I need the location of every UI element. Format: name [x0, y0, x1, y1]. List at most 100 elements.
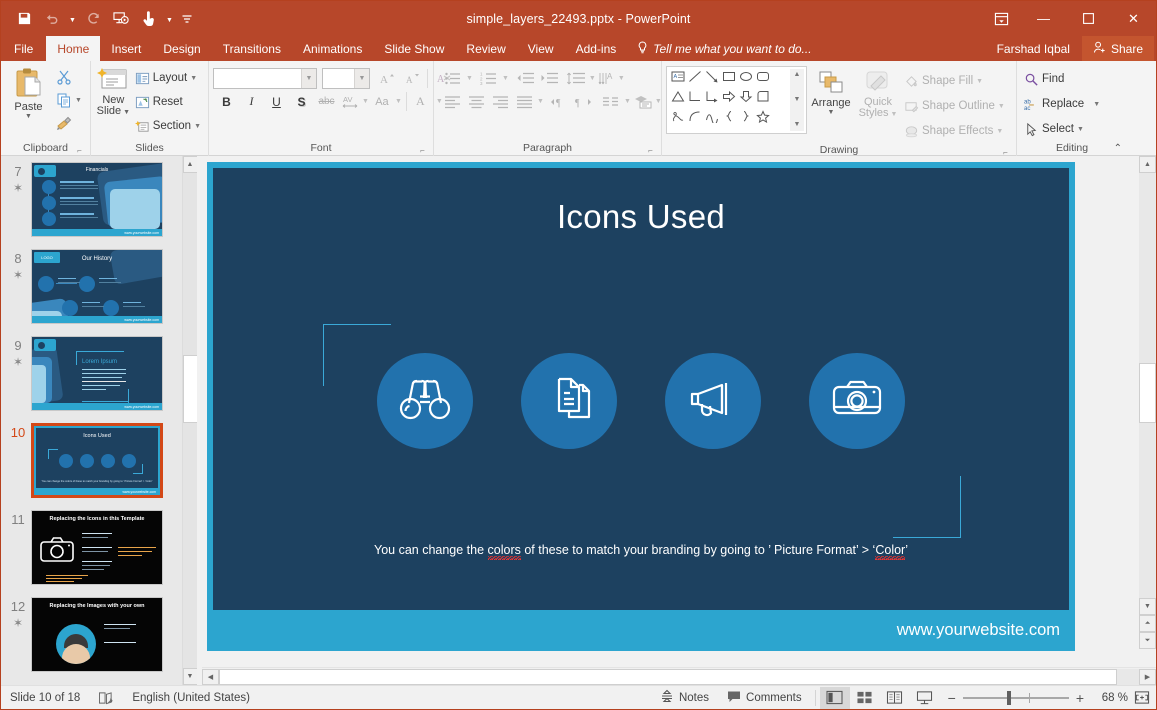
font-size-dropdown-icon[interactable]: ▼ — [354, 69, 369, 88]
icon-circle-camera[interactable] — [809, 353, 905, 449]
slide-body-text[interactable]: You can change the colors of these to ma… — [213, 543, 1069, 557]
shape-right-brace-icon[interactable] — [739, 110, 753, 128]
normal-view-button[interactable] — [819, 686, 850, 709]
thumbnail-item[interactable]: 12 ✶ Replacing the Images with your own — [1, 597, 197, 672]
accessibility-checker-icon[interactable] — [89, 686, 123, 710]
paste-dropdown-icon[interactable]: ▼ — [25, 113, 32, 120]
tab-add-ins[interactable]: Add-ins — [565, 36, 628, 61]
icon-circle-megaphone[interactable] — [665, 353, 761, 449]
bullets-button[interactable] — [441, 68, 464, 90]
bullets-dropdown-icon[interactable]: ▼ — [466, 75, 473, 82]
undo-dropdown-icon[interactable]: ▼ — [67, 7, 78, 31]
character-spacing-dropdown-icon[interactable]: ▼ — [362, 98, 369, 105]
decrease-indent-button[interactable] — [514, 68, 536, 90]
account-name[interactable]: Farshad Iqbal — [985, 42, 1082, 56]
convert-to-smartart-button[interactable] — [633, 91, 655, 113]
previous-slide-button[interactable]: ⏶ — [1139, 615, 1156, 632]
font-color-button[interactable]: A — [411, 91, 434, 113]
font-dialog-launcher[interactable]: ⌐ — [418, 146, 427, 155]
italic-button[interactable]: I — [240, 91, 263, 113]
share-button[interactable]: Share — [1081, 36, 1154, 61]
shape-line-icon[interactable] — [688, 70, 702, 88]
shapes-scroll-down-icon[interactable]: ▼ — [794, 95, 801, 105]
arrange-button[interactable]: Arrange ▼ — [807, 66, 855, 116]
tab-home[interactable]: Home — [46, 36, 101, 61]
thumbnail-scroll-track[interactable] — [182, 173, 197, 668]
shapes-scroll-up-icon[interactable]: ▲ — [794, 70, 801, 80]
shape-effects-dropdown-icon[interactable]: ▼ — [996, 128, 1003, 135]
shape-outline-dropdown-icon[interactable]: ▼ — [998, 103, 1005, 110]
text-shadow-button[interactable]: S — [290, 91, 313, 113]
zoom-in-button[interactable]: + — [1076, 690, 1084, 706]
shape-pentagon-icon[interactable] — [756, 90, 770, 108]
shape-fill-button[interactable]: Shape Fill ▼ — [901, 70, 1008, 92]
section-button[interactable]: Section ▼ — [132, 115, 204, 137]
shape-oval-icon[interactable] — [739, 70, 753, 88]
layout-dropdown-icon[interactable]: ▼ — [190, 75, 197, 82]
format-painter-button[interactable] — [52, 112, 75, 134]
shape-curve-icon[interactable] — [705, 110, 719, 128]
slide-show-button[interactable] — [910, 687, 940, 709]
current-slide[interactable]: Icons Used You can change the colors of … — [207, 162, 1075, 651]
shapes-gallery-scrollbar[interactable]: ▲ ▼ ▼ — [790, 69, 804, 131]
new-slide-button[interactable]: New Slide ▼ — [95, 64, 132, 117]
save-icon[interactable] — [11, 6, 37, 32]
shape-effects-button[interactable]: Shape Effects ▼ — [901, 120, 1008, 142]
slide-vertical-scrollbar[interactable]: ▲ ▼ ⏶ ⏷ — [1139, 156, 1156, 649]
center-button[interactable] — [465, 91, 487, 113]
strikethrough-button[interactable]: abc — [315, 91, 338, 113]
slide-content[interactable]: Icons Used You can change the colors of … — [213, 168, 1069, 616]
align-right-button[interactable] — [489, 91, 511, 113]
left-to-right-button[interactable]: ¶ — [549, 91, 571, 113]
undo-icon[interactable] — [39, 6, 65, 32]
slide-title[interactable]: Icons Used — [213, 198, 1069, 236]
fit-slide-to-window-button[interactable] — [1128, 690, 1156, 705]
customize-quick-access-toolbar-icon[interactable] — [177, 6, 197, 32]
shape-fill-dropdown-icon[interactable]: ▼ — [976, 78, 983, 85]
copy-dropdown-icon[interactable]: ▼ — [75, 97, 82, 104]
comments-button[interactable]: Comments — [718, 686, 811, 710]
zoom-out-button[interactable]: − — [948, 690, 956, 706]
notes-button[interactable]: Notes — [651, 686, 718, 710]
font-size-input[interactable]: ▼ — [322, 68, 370, 89]
new-slide-dropdown-icon[interactable]: ▼ — [121, 109, 130, 116]
icon-circle-binoculars[interactable] — [377, 353, 473, 449]
thumbnail-scroll-up-icon[interactable]: ▲ — [182, 156, 197, 173]
tab-transitions[interactable]: Transitions — [212, 36, 292, 61]
text-direction-button[interactable]: A — [598, 68, 618, 90]
language-indicator[interactable]: English (United States) — [123, 686, 259, 710]
shape-star-icon[interactable] — [755, 110, 770, 128]
shape-elbow-arrow-icon[interactable] — [705, 90, 719, 108]
thumbnail-item[interactable]: 11 Replacing the Icons in this Template — [1, 510, 197, 585]
slide-scroll-down-icon[interactable]: ▼ — [1139, 598, 1156, 615]
shape-triangle-icon[interactable] — [671, 90, 685, 108]
zoom-level-label[interactable]: 68 % — [1092, 692, 1128, 704]
find-button[interactable]: Find — [1021, 68, 1067, 90]
slide-scroll-up-icon[interactable]: ▲ — [1139, 156, 1156, 173]
justify-button[interactable] — [513, 91, 535, 113]
slide-hscroll-thumb[interactable] — [219, 668, 1117, 685]
next-slide-button[interactable]: ⏷ — [1139, 632, 1156, 649]
shape-right-arrow-icon[interactable] — [722, 90, 736, 108]
numbering-button[interactable]: 123 — [477, 68, 500, 90]
decrease-font-size-button[interactable]: A — [400, 68, 423, 90]
thumbnail-item[interactable]: 7 ✶ Financials www.yourwebsite.com — [1, 162, 197, 237]
paste-button[interactable]: Paste ▼ — [5, 64, 52, 120]
shape-arc-icon[interactable] — [688, 110, 702, 128]
quick-styles-button[interactable]: Quick Styles ▼ — [855, 66, 901, 120]
columns-button[interactable] — [600, 91, 622, 113]
change-case-button[interactable]: Aa — [371, 91, 393, 113]
thumbnail-scroll-thumb[interactable] — [182, 355, 197, 423]
arrange-dropdown-icon[interactable]: ▼ — [828, 109, 835, 116]
paragraph-dialog-launcher[interactable]: ⌐ — [646, 146, 655, 155]
tell-me-search[interactable]: Tell me what you want to do... — [627, 36, 821, 61]
smartart-dropdown-icon[interactable]: ▼ — [655, 98, 662, 105]
copy-button[interactable] — [52, 89, 75, 111]
right-to-left-button[interactable]: ¶ — [573, 91, 595, 113]
select-dropdown-icon[interactable]: ▼ — [1077, 126, 1084, 133]
slide-scroll-track[interactable] — [1139, 173, 1156, 598]
minimize-button[interactable]: — — [1021, 1, 1066, 36]
shape-left-brace-icon[interactable] — [722, 110, 736, 128]
thumbnail-frame[interactable]: Financials www.yourwebsite.com — [31, 162, 163, 237]
slide-position-indicator[interactable]: Slide 10 of 18 — [1, 686, 89, 710]
